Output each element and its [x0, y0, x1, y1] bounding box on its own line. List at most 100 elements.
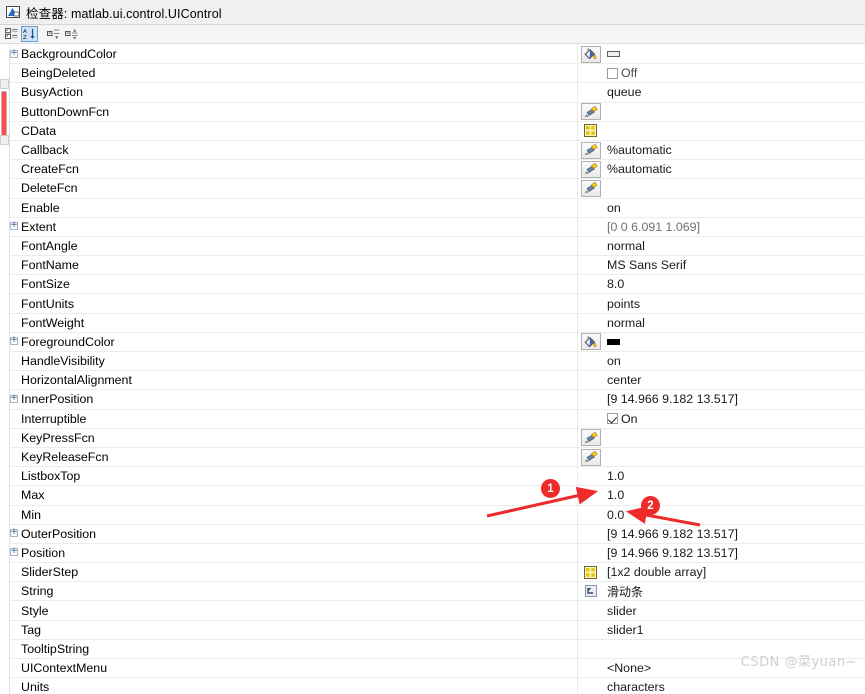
property-value-cell[interactable]: points — [578, 294, 865, 312]
value-editor-slot[interactable] — [578, 582, 603, 600]
sort-alphabetically-button[interactable]: A Z — [21, 26, 38, 42]
expand-icon[interactable] — [10, 334, 19, 346]
sort-by-category-button[interactable] — [3, 26, 20, 42]
property-name-cell[interactable]: FontWeight — [9, 313, 578, 332]
property-value-cell[interactable] — [578, 448, 865, 466]
property-name-cell[interactable]: OuterPosition — [9, 524, 578, 543]
property-row[interactable]: HorizontalAlignment center — [9, 371, 865, 391]
expand-icon[interactable] — [10, 526, 19, 538]
property-name-cell[interactable]: BeingDeleted — [9, 64, 578, 83]
property-name-cell[interactable]: HandleVisibility — [9, 352, 578, 371]
property-row[interactable]: ButtonDownFcn — [9, 102, 865, 122]
property-value-cell[interactable] — [578, 429, 865, 447]
property-name-cell[interactable]: SliderStep — [9, 563, 578, 582]
function-handle-icon[interactable] — [580, 141, 601, 159]
property-row[interactable]: FontSize 8.0 — [9, 275, 865, 295]
string-edit-icon[interactable] — [582, 584, 600, 599]
property-row[interactable]: BusyAction queue — [9, 83, 865, 103]
property-row[interactable]: KeyPressFcn — [9, 428, 865, 448]
property-value-cell[interactable]: Off — [578, 64, 865, 82]
property-row[interactable]: CData — [9, 121, 865, 141]
property-value-cell[interactable]: 1.0 — [578, 467, 865, 485]
property-row[interactable]: OuterPosition [9 14.966 9.182 13.517] — [9, 524, 865, 544]
property-value-cell[interactable]: 8.0 — [578, 275, 865, 293]
property-value-cell[interactable] — [578, 122, 865, 140]
property-row[interactable]: ForegroundColor — [9, 332, 865, 352]
property-value-cell[interactable]: MS Sans Serif — [578, 256, 865, 274]
property-row[interactable]: Style slider — [9, 601, 865, 621]
property-name-cell[interactable]: Callback — [9, 140, 578, 160]
property-value-cell[interactable]: [0 0 6.091 1.069] — [578, 218, 865, 236]
property-name-cell[interactable]: Tag — [9, 620, 578, 639]
value-editor-slot[interactable] — [578, 448, 603, 466]
property-name-cell[interactable]: Enable — [9, 198, 578, 217]
property-value-cell[interactable] — [578, 45, 865, 63]
function-handle-icon[interactable] — [580, 179, 601, 197]
value-editor-slot[interactable] — [578, 103, 603, 121]
property-value-cell[interactable]: 滑动条 — [578, 582, 865, 600]
property-name-cell[interactable]: KeyPressFcn — [9, 428, 578, 447]
property-value-cell[interactable]: 1.0 — [578, 486, 865, 504]
property-row[interactable]: Position [9 14.966 9.182 13.517] — [9, 543, 865, 564]
property-row[interactable]: BackgroundColor — [9, 45, 865, 65]
scrollbar-down-cap[interactable] — [0, 135, 9, 145]
value-editor-slot[interactable] — [578, 333, 603, 351]
property-name-cell[interactable]: Min — [9, 505, 578, 524]
value-editor-slot[interactable] — [578, 160, 603, 178]
property-row[interactable]: Max 1.0 — [9, 486, 865, 506]
property-name-cell[interactable]: Style — [9, 601, 578, 620]
color-swatch[interactable] — [607, 338, 620, 345]
checkbox-icon[interactable] — [607, 413, 618, 425]
value-editor-slot[interactable] — [578, 429, 603, 447]
property-row[interactable]: Extent [0 0 6.091 1.069] — [9, 217, 865, 237]
property-name-cell[interactable]: TooltipString — [9, 639, 578, 658]
property-name-cell[interactable]: CData — [9, 121, 578, 140]
property-value-cell[interactable]: on — [578, 199, 865, 217]
property-name-cell[interactable]: ForegroundColor — [9, 332, 578, 351]
property-row[interactable]: Enable on — [9, 198, 865, 218]
property-name-cell[interactable]: KeyReleaseFcn — [9, 447, 578, 467]
function-handle-icon[interactable] — [580, 103, 601, 121]
checkbox-value[interactable]: Off — [603, 66, 637, 80]
property-name-cell[interactable]: Extent — [9, 217, 578, 236]
property-row[interactable]: ListboxTop 1.0 — [9, 467, 865, 487]
property-value-cell[interactable]: queue — [578, 83, 865, 101]
property-row[interactable]: TooltipString — [9, 639, 865, 659]
property-name-cell[interactable]: FontUnits — [9, 294, 578, 313]
property-name-cell[interactable]: Max — [9, 486, 578, 505]
property-row[interactable]: FontAngle normal — [9, 236, 865, 257]
function-handle-icon[interactable] — [580, 429, 601, 447]
expand-icon[interactable] — [10, 47, 19, 59]
property-value-cell[interactable]: 0.0 — [578, 506, 865, 524]
property-name-cell[interactable]: InnerPosition — [9, 390, 578, 409]
function-handle-icon[interactable] — [580, 160, 601, 178]
property-value-cell[interactable]: normal — [578, 237, 865, 255]
array-grid-icon[interactable] — [582, 123, 600, 138]
checkbox-icon[interactable] — [607, 67, 618, 79]
property-value-cell[interactable]: slider1 — [578, 621, 865, 639]
property-row[interactable]: CreateFcn %automatic — [9, 160, 865, 180]
collapse-all-button[interactable] — [63, 26, 80, 42]
value-editor-slot[interactable] — [578, 45, 603, 63]
property-value-cell[interactable]: slider — [578, 601, 865, 619]
property-name-cell[interactable]: CreateFcn — [9, 160, 578, 179]
property-value-cell[interactable]: characters — [578, 678, 865, 694]
property-row[interactable]: String 滑动条 — [9, 582, 865, 602]
property-row[interactable]: FontWeight normal — [9, 313, 865, 333]
property-name-cell[interactable]: FontSize — [9, 275, 578, 294]
value-editor-slot[interactable] — [578, 563, 603, 581]
value-editor-slot[interactable] — [578, 122, 603, 140]
function-handle-icon[interactable] — [580, 448, 601, 466]
checkbox-value[interactable]: On — [603, 412, 638, 426]
property-name-cell[interactable]: String — [9, 582, 578, 601]
paint-bucket-icon[interactable] — [580, 333, 601, 351]
property-row[interactable]: KeyReleaseFcn — [9, 447, 865, 468]
property-name-cell[interactable]: Units — [9, 678, 578, 694]
array-grid-icon[interactable] — [582, 565, 600, 580]
property-row[interactable]: UIContextMenu <None> — [9, 659, 865, 679]
property-name-cell[interactable]: DeleteFcn — [9, 179, 578, 198]
color-swatch[interactable] — [607, 51, 620, 58]
property-row[interactable]: Min 0.0 — [9, 505, 865, 525]
value-editor-slot[interactable] — [578, 179, 603, 197]
property-row[interactable]: BeingDeleted Off — [9, 64, 865, 84]
